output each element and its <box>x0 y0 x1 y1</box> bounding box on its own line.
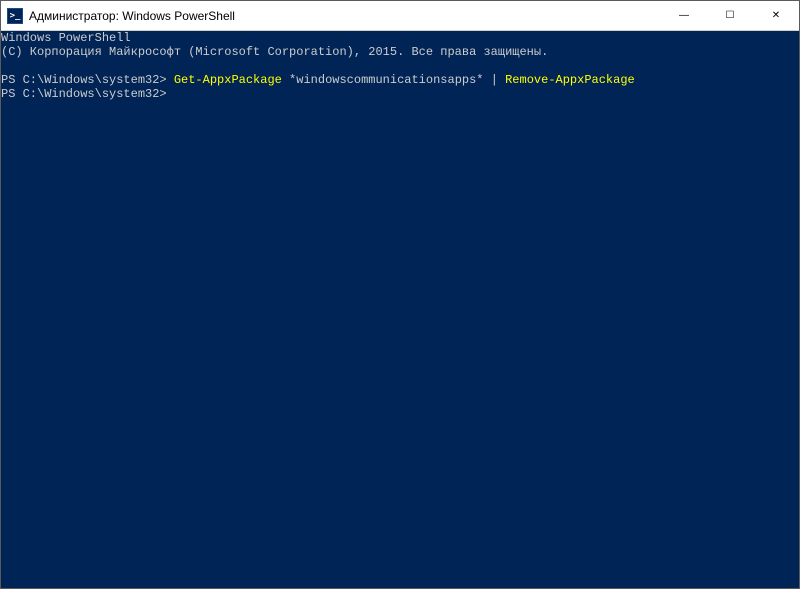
terminal-output[interactable]: Windows PowerShell(C) Корпорация Майкрос… <box>1 31 799 588</box>
prompt: PS C:\Windows\system32> <box>1 87 174 101</box>
minimize-button[interactable]: — <box>661 1 707 30</box>
terminal-line: PS C:\Windows\system32> <box>1 87 799 101</box>
command-segment: *windowscommunicationsapps* <box>282 73 491 87</box>
powershell-icon: >_ <box>7 8 23 24</box>
maximize-button[interactable]: ☐ <box>707 1 753 30</box>
terminal-line: Windows PowerShell <box>1 31 799 45</box>
window-title: Администратор: Windows PowerShell <box>29 9 661 23</box>
titlebar[interactable]: >_ Администратор: Windows PowerShell — ☐… <box>1 1 799 31</box>
powershell-window: >_ Администратор: Windows PowerShell — ☐… <box>0 0 800 589</box>
prompt: PS C:\Windows\system32> <box>1 73 174 87</box>
command-segment: Remove-AppxPackage <box>505 73 635 87</box>
app-icon: >_ <box>7 8 23 24</box>
command-segment: | <box>491 73 498 87</box>
terminal-line: (C) Корпорация Майкрософт (Microsoft Cor… <box>1 45 799 59</box>
terminal-line <box>1 59 799 73</box>
terminal-line: PS C:\Windows\system32> Get-AppxPackage … <box>1 73 799 87</box>
command-segment: Get-AppxPackage <box>174 73 282 87</box>
window-controls: — ☐ ✕ <box>661 1 799 30</box>
close-button[interactable]: ✕ <box>753 1 799 30</box>
